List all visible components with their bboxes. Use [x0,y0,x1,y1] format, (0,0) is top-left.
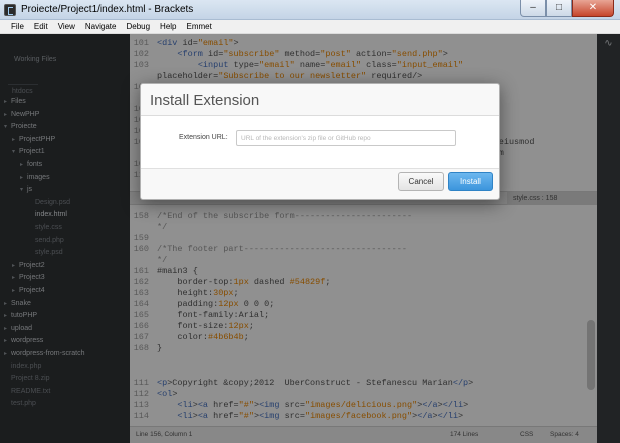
menu-bar: File Edit View Navigate Debug Help Emmet [0,20,620,34]
extension-url-input[interactable] [236,130,456,146]
extension-url-label: Extension URL: [179,134,228,141]
window-title: Proiecte/Project1/index.html - Brackets [21,4,194,15]
maximize-button[interactable]: □ [546,0,572,17]
menu-file[interactable]: File [6,20,29,33]
dialog-footer-divider [141,168,499,169]
dialog-title: Install Extension [150,92,260,109]
menu-view[interactable]: View [53,20,80,33]
menu-navigate[interactable]: Navigate [80,20,122,33]
close-button[interactable]: ✕ [572,0,614,17]
window-controls: – □ ✕ [520,0,614,18]
install-button[interactable]: Install [448,172,493,191]
cancel-button[interactable]: Cancel [398,172,444,191]
dialog-body: Extension URL: [141,116,499,168]
menu-debug[interactable]: Debug [121,20,155,33]
menu-help[interactable]: Help [155,20,181,33]
window-titlebar: Proiecte/Project1/index.html - Brackets … [0,0,620,20]
menu-emmet[interactable]: Emmet [182,20,217,33]
menu-edit[interactable]: Edit [29,20,53,33]
minimize-button[interactable]: – [520,0,546,17]
brackets-app-icon [4,4,16,16]
install-extension-dialog: Install Extension Extension URL: Cancel … [140,83,500,200]
